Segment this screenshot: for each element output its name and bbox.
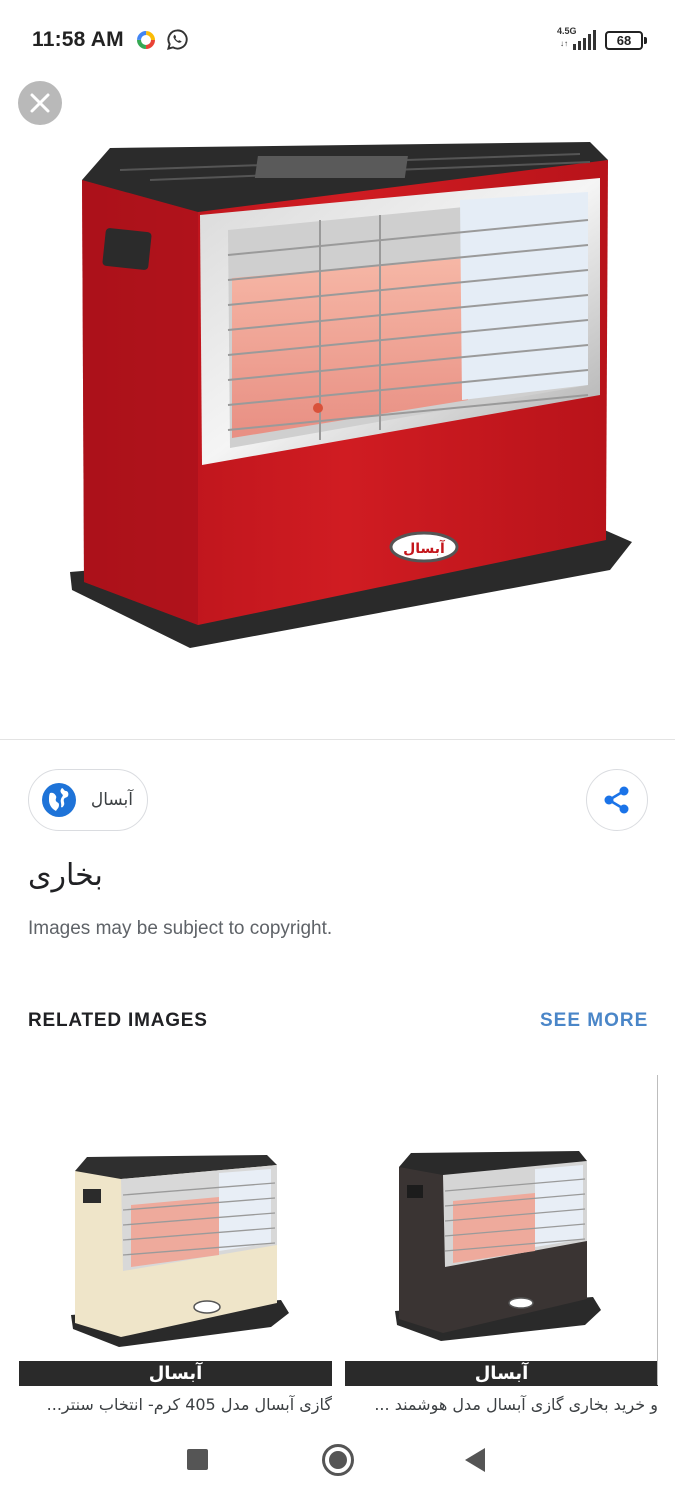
red-gas-heater-image[interactable]: آبسال	[0, 70, 675, 740]
related-image-caption: و خرید بخاری گازی آبسال مدل هوشمند ...	[374, 1395, 658, 1414]
system-navigation-bar	[0, 1420, 675, 1500]
see-more-link[interactable]: SEE MORE	[540, 1010, 648, 1032]
svg-text:آبسال: آبسال	[403, 539, 446, 557]
status-time: 11:58 AM	[32, 28, 124, 51]
related-images-heading: RELATED IMAGES	[28, 1010, 208, 1031]
black-gas-heater-image	[395, 1151, 601, 1341]
battery-icon: 68	[605, 31, 647, 50]
back-triangle-icon[interactable]	[465, 1448, 485, 1472]
share-icon	[604, 786, 629, 814]
close-button[interactable]	[18, 81, 62, 125]
brand-band: آبسال	[19, 1361, 332, 1386]
divider	[0, 739, 675, 740]
source-site-name: آبسال	[90, 790, 133, 809]
data-activity-arrows: ↓↑	[560, 39, 568, 48]
related-image-card[interactable]: آبسال گازی آبسال مدل 405 کرم- انتخاب سنت…	[19, 1075, 332, 1425]
app-notification-icon	[137, 31, 155, 49]
brand-band: آبسال	[345, 1361, 658, 1386]
image-title: بخاری	[28, 858, 103, 893]
copyright-notice: Images may be subject to copyright.	[28, 918, 333, 939]
signal-icon	[573, 30, 596, 50]
globe-icon	[42, 783, 76, 817]
related-image-card[interactable]: آبسال و خرید بخاری گازی آبسال مدل هوشمند…	[345, 1075, 658, 1425]
whatsapp-icon	[167, 29, 188, 50]
share-button[interactable]	[586, 769, 648, 831]
image-viewer-page: 11:58 AM 4.5G ↓↑ 68 آبسال آبسال بخاری Im…	[0, 0, 675, 1500]
related-image-caption: گازی آبسال مدل 405 کرم- انتخاب سنتر...	[46, 1395, 332, 1414]
source-site-chip[interactable]: آبسال	[28, 769, 148, 831]
cream-gas-heater-image	[71, 1155, 289, 1347]
scroll-edge-divider	[657, 1075, 658, 1385]
status-bar: 11:58 AM 4.5G ↓↑ 68	[0, 0, 675, 80]
recents-square-icon[interactable]	[187, 1449, 208, 1470]
close-icon	[30, 93, 50, 113]
home-circle-icon[interactable]	[322, 1444, 354, 1476]
